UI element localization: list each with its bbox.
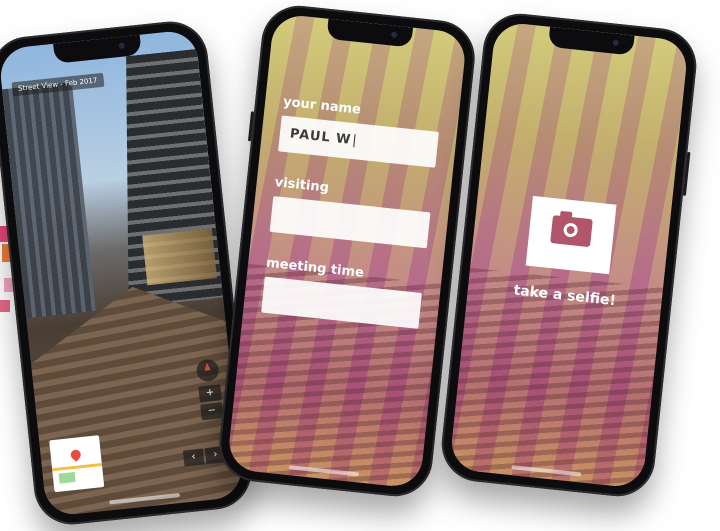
volume-button	[247, 111, 255, 142]
zoom-out-button[interactable]: −	[200, 402, 224, 421]
street-view-screen[interactable]: Street View - Feb 2017 + − ‹ ›	[0, 28, 245, 518]
minimap-road	[52, 463, 103, 472]
visitor-form-screen: your name PAUL W visiting meeting time	[226, 13, 468, 489]
selfie-screen: take a selfie!	[449, 21, 689, 489]
chevron-left-icon[interactable]: ‹	[182, 448, 205, 467]
minimap[interactable]	[49, 435, 105, 493]
take-selfie-button[interactable]	[525, 195, 617, 275]
map-pin-icon	[68, 447, 83, 462]
camera-icon	[550, 215, 593, 248]
visitor-form: your name PAUL W visiting meeting time	[259, 95, 442, 353]
name-input-value: PAUL W	[289, 126, 358, 148]
shopfront	[142, 228, 218, 286]
mockup-scene: Street View - Feb 2017 + − ‹ › your name…	[0, 0, 720, 531]
building-left	[2, 82, 96, 319]
phone-selfie: take a selfie!	[438, 10, 700, 500]
phone-street-view: Street View - Feb 2017 + − ‹ ›	[0, 17, 256, 529]
compass-icon[interactable]	[195, 358, 220, 383]
minimap-park	[58, 471, 76, 484]
phone-visitor-form: your name PAUL W visiting meeting time	[215, 2, 479, 500]
zoom-in-button[interactable]: +	[198, 384, 222, 403]
power-button	[682, 151, 691, 196]
